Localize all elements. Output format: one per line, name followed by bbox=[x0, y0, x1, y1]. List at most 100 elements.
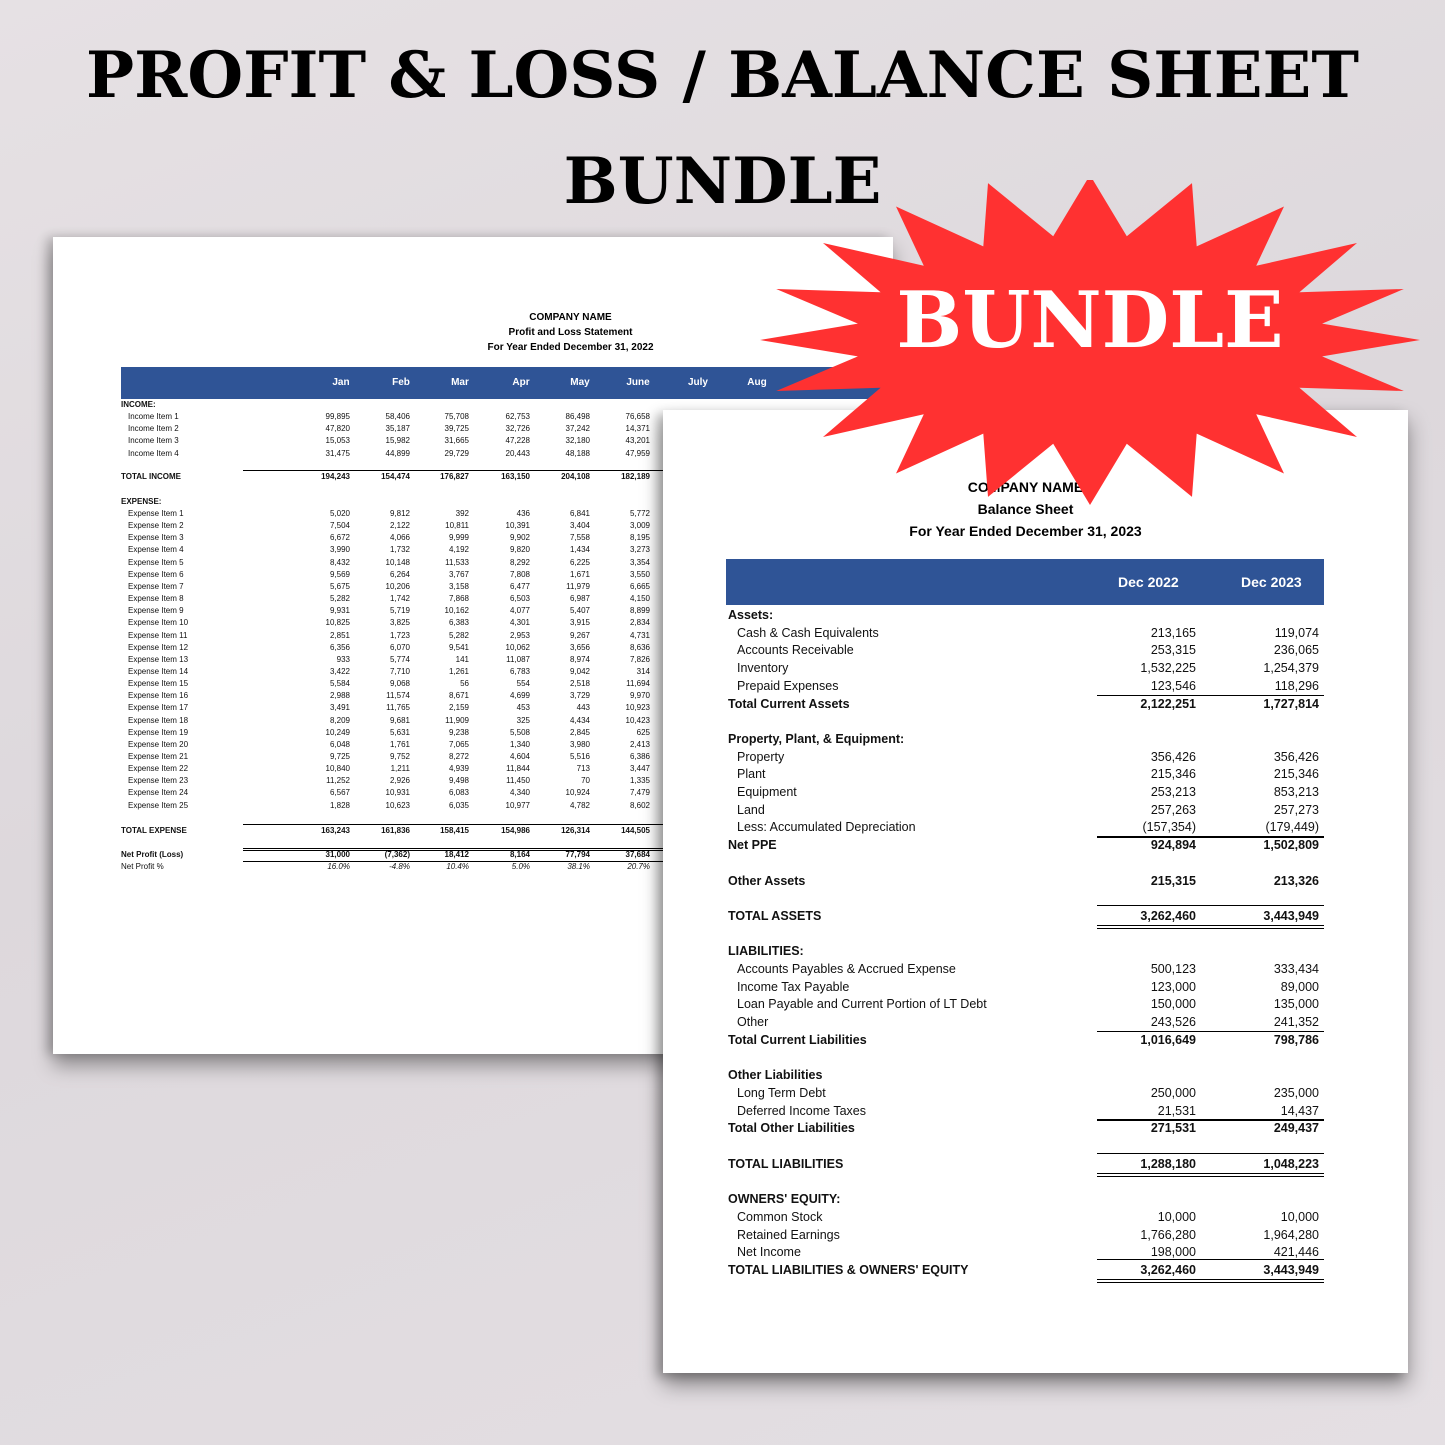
bs-value-dec-2022: 123,000 bbox=[1150, 979, 1196, 994]
pl-cell-value: 6,225 bbox=[569, 557, 590, 567]
pl-cell-value: 2,122 bbox=[389, 521, 410, 531]
bs-value-dec-2022: 3,262,460 bbox=[1140, 908, 1196, 923]
pl-cell-value: -4.8% bbox=[389, 862, 410, 871]
pl-cell-value: 35,187 bbox=[385, 424, 410, 434]
pl-row-label: Income Item 3 bbox=[128, 436, 179, 446]
pl-cell-value: 11,979 bbox=[566, 581, 590, 591]
pl-cell-value: 8,974 bbox=[569, 654, 590, 664]
pl-cell-value: 47,820 bbox=[325, 424, 350, 434]
pl-cell-value: 1,671 bbox=[569, 569, 590, 579]
pl-cell-value: 4,939 bbox=[448, 764, 469, 774]
bs-row-label: TOTAL ASSETS bbox=[728, 908, 822, 923]
pl-cell-value: 1,723 bbox=[389, 630, 410, 640]
bs-value-dec-2022: 1,288,180 bbox=[1140, 1156, 1196, 1171]
bs-row-label: TOTAL LIABILITIES bbox=[728, 1156, 844, 1171]
pl-cell-value: 4,731 bbox=[629, 630, 650, 640]
pl-row-label: Expense Item 10 bbox=[128, 618, 189, 628]
pl-cell-value: 194,243 bbox=[321, 472, 350, 481]
bs-grand-total-double-rule-1 bbox=[1097, 1278, 1324, 1281]
pl-cell-value: 4,699 bbox=[509, 691, 530, 701]
pl-cell-value: 4,077 bbox=[509, 606, 530, 616]
pl-cell-value: 4,192 bbox=[448, 545, 469, 555]
bs-section-header: Assets: bbox=[726, 606, 1324, 624]
bs-value-dec-2023: 1,254,379 bbox=[1263, 661, 1319, 676]
pl-cell-value: 9,820 bbox=[509, 545, 530, 555]
bs-total-row: Other Assets 215,315 213,326 bbox=[726, 872, 1324, 890]
pl-row-label: Expense Item 8 bbox=[128, 594, 184, 604]
pl-cell-value: 10,391 bbox=[505, 521, 530, 531]
pl-cell-value: 1,828 bbox=[329, 800, 350, 810]
pl-cell-value: 99,895 bbox=[325, 412, 350, 421]
pl-month-header: May bbox=[570, 377, 590, 388]
pl-cell-value: 8,636 bbox=[629, 642, 650, 652]
pl-row-label: Expense Item 14 bbox=[128, 666, 189, 676]
pl-cell-value: 9,725 bbox=[329, 752, 350, 761]
bs-row-label: Prepaid Expenses bbox=[737, 678, 839, 693]
pl-cell-value: 3,729 bbox=[569, 691, 590, 701]
bs-section-header: Property, Plant, & Equipment: bbox=[726, 730, 1324, 748]
bs-line-item: Income Tax Payable 123,000 89,000 bbox=[726, 978, 1324, 996]
pl-cell-value: 3,491 bbox=[329, 703, 350, 713]
pl-cell-value: 158,415 bbox=[440, 826, 469, 835]
bs-value-dec-2023: 3,443,949 bbox=[1263, 1262, 1319, 1277]
bs-column-dec-2022: Dec 2022 bbox=[1118, 574, 1179, 590]
pl-row-label: INCOME: bbox=[121, 400, 156, 409]
bs-line-item: Less: Accumulated Depreciation (157,354) (… bbox=[726, 818, 1324, 836]
pl-cell-value: 10,924 bbox=[565, 788, 590, 798]
pl-cell-value: 6,987 bbox=[569, 594, 590, 604]
pl-cell-value: 443 bbox=[576, 703, 590, 713]
pl-cell-value: 6,783 bbox=[509, 666, 530, 676]
bs-grand-total-double-rule-2 bbox=[1097, 1175, 1324, 1178]
bs-value-dec-2022: 257,263 bbox=[1150, 802, 1196, 817]
pl-cell-value: 144,505 bbox=[621, 826, 650, 835]
pl-month-header: Feb bbox=[392, 377, 410, 388]
pl-cell-value: 20.7% bbox=[627, 862, 650, 871]
pl-row-label: Net Profit (Loss) bbox=[121, 850, 184, 859]
pl-cell-value: 4,301 bbox=[509, 618, 530, 628]
bs-column-dec-2023: Dec 2023 bbox=[1241, 574, 1302, 590]
pl-cell-value: 6,567 bbox=[329, 788, 350, 798]
pl-cell-value: 7,826 bbox=[629, 654, 650, 664]
bs-value-dec-2022: 2,122,251 bbox=[1140, 696, 1196, 711]
pl-cell-value: 75,708 bbox=[444, 412, 469, 421]
bs-value-dec-2022: 356,426 bbox=[1150, 749, 1196, 764]
bs-row-label: Cash & Cash Equivalents bbox=[737, 625, 879, 640]
bs-value-dec-2022: 3,262,460 bbox=[1140, 1262, 1196, 1277]
pl-cell-value: 10,206 bbox=[385, 581, 410, 591]
pl-cell-value: 554 bbox=[516, 679, 530, 689]
pl-cell-value: 141 bbox=[455, 654, 469, 664]
bs-total-row: TOTAL ASSETS 3,262,460 3,443,949 bbox=[726, 907, 1324, 925]
bs-line-item: Property 356,426 356,426 bbox=[726, 748, 1324, 766]
bs-value-dec-2023: 1,048,223 bbox=[1263, 1156, 1319, 1171]
pl-row-label: Expense Item 13 bbox=[128, 654, 189, 664]
bs-value-dec-2022: 924,894 bbox=[1150, 838, 1196, 853]
pl-cell-value: 58,406 bbox=[385, 412, 410, 421]
pl-cell-value: 6,665 bbox=[629, 581, 650, 591]
pl-cell-value: 8,164 bbox=[509, 850, 530, 859]
bs-line-item: Cash & Cash Equivalents 213,165 119,074 bbox=[726, 624, 1324, 642]
bs-value-dec-2023: 333,434 bbox=[1273, 962, 1319, 976]
pl-cell-value: 1,335 bbox=[629, 776, 650, 786]
pl-cell-value: 5,516 bbox=[569, 752, 590, 761]
pl-cell-value: 9,970 bbox=[629, 691, 650, 701]
bs-value-dec-2023: 135,000 bbox=[1273, 997, 1319, 1012]
bs-row-label: Total Other Liabilities bbox=[728, 1121, 855, 1136]
bs-value-dec-2022: 500,123 bbox=[1150, 962, 1196, 976]
pl-cell-value: 15,053 bbox=[325, 436, 350, 446]
bs-grand-total-double-rule-2 bbox=[1097, 1281, 1324, 1284]
bs-value-dec-2023: 853,213 bbox=[1273, 785, 1319, 799]
bs-row-label: Net Income bbox=[737, 1245, 801, 1260]
pl-row-label: Expense Item 19 bbox=[128, 727, 189, 737]
bs-value-dec-2023: (179,449) bbox=[1265, 820, 1319, 835]
pl-cell-value: 1,261 bbox=[448, 666, 469, 676]
pl-row-label: Expense Item 24 bbox=[128, 788, 189, 798]
bs-value-dec-2022: 21,531 bbox=[1157, 1103, 1196, 1118]
pl-cell-value: 6,672 bbox=[329, 533, 350, 543]
bs-value-dec-2023: 1,502,809 bbox=[1263, 838, 1319, 853]
pl-cell-value: 436 bbox=[516, 509, 530, 518]
bs-row-label: Other Assets bbox=[728, 873, 806, 888]
pl-row-label: Income Item 1 bbox=[128, 412, 179, 421]
pl-cell-value: 392 bbox=[455, 509, 469, 518]
pl-cell-value: 3,915 bbox=[569, 618, 590, 628]
pl-row-label: Expense Item 16 bbox=[128, 691, 189, 701]
